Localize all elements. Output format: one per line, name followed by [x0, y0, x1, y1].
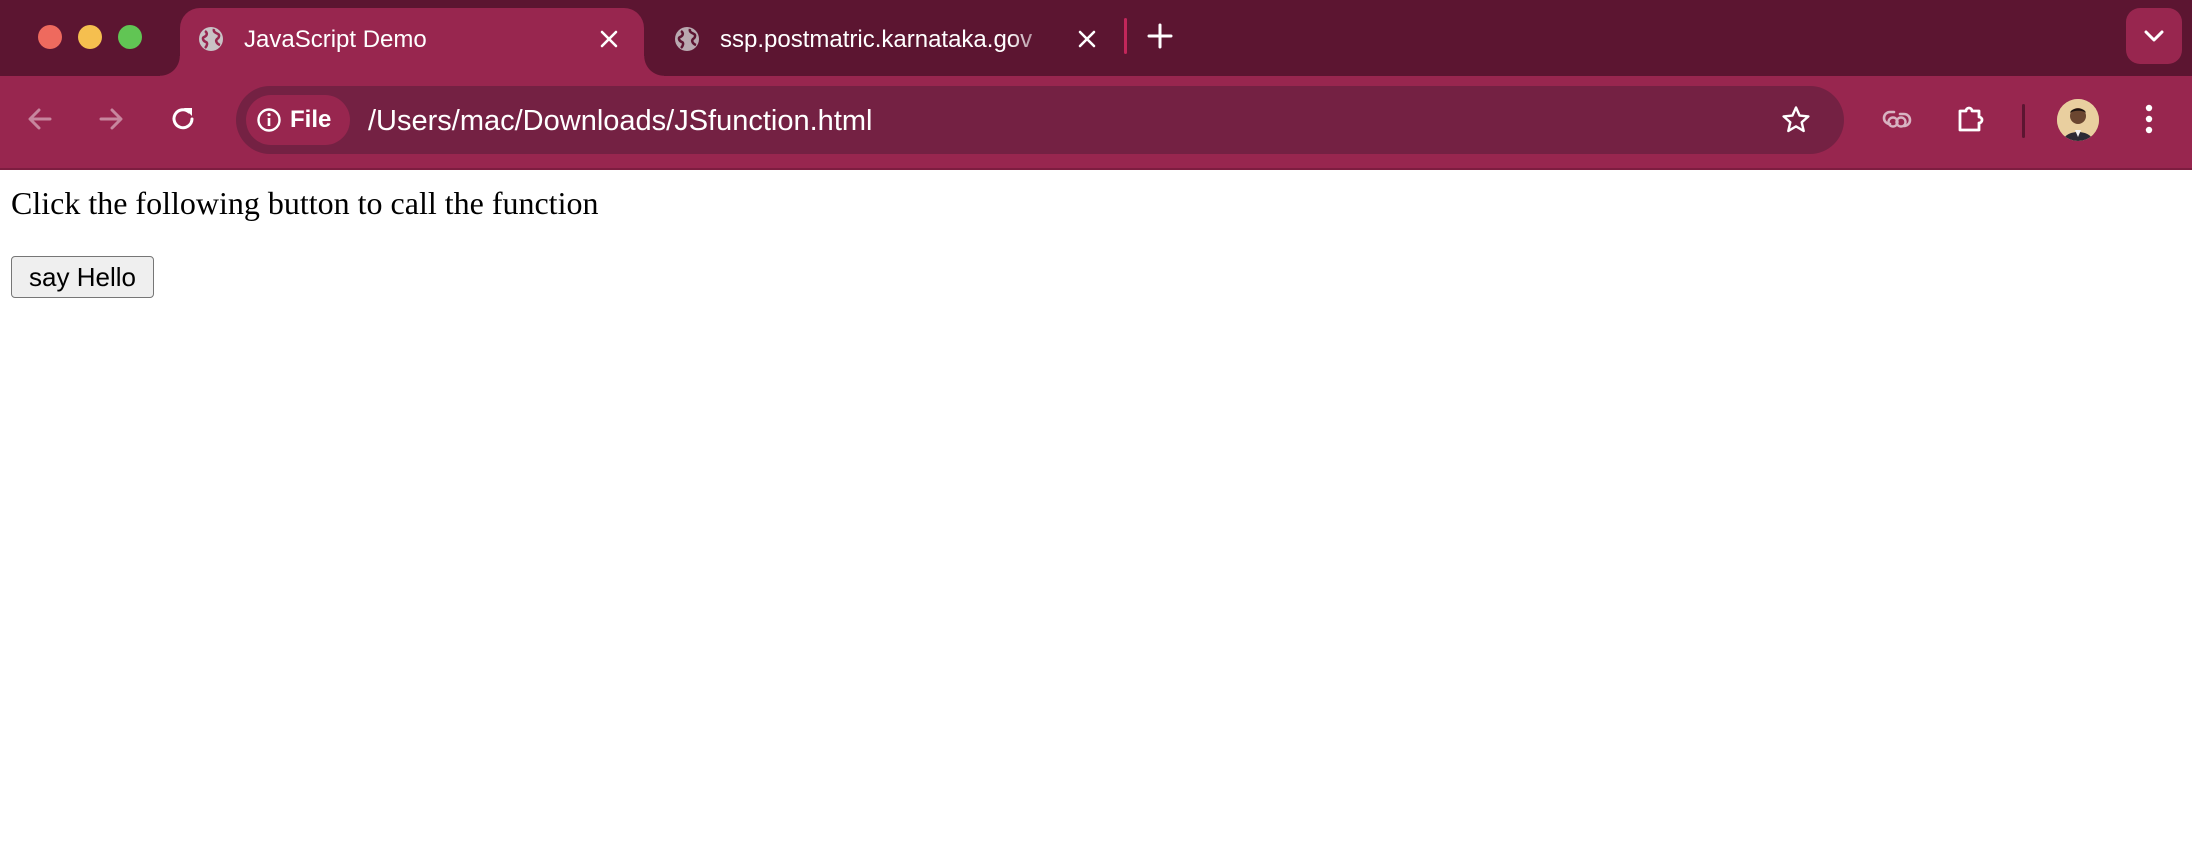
globe-icon — [672, 24, 702, 54]
tab-ssp-postmatric[interactable]: ssp.postmatric.karnataka.gov — [660, 8, 1110, 76]
tab-title: JavaScript Demo — [244, 26, 427, 53]
reload-button[interactable] — [160, 96, 206, 142]
window-close-button[interactable] — [38, 25, 62, 49]
star-icon — [1782, 106, 1810, 133]
menu-button[interactable] — [2126, 96, 2172, 142]
tab-search-button[interactable] — [2126, 8, 2182, 64]
extensions-button[interactable] — [1948, 96, 1994, 142]
page-content: Click the following button to call the f… — [0, 170, 2192, 856]
address-bar[interactable]: File /Users/mac/Downloads/JSfunction.htm… — [236, 86, 1844, 154]
site-chip-label: File — [290, 106, 332, 133]
plus-icon — [1147, 23, 1173, 49]
arrow-right-icon — [99, 108, 123, 130]
tab-title: ssp.postmatric.karnataka.gov — [720, 26, 1033, 53]
tab-javascript-demo[interactable]: JavaScript Demo — [160, 8, 664, 76]
link-icon — [1882, 110, 1912, 128]
browser-window: JavaScript Demo ssp.postmatric.karnataka… — [0, 0, 2192, 856]
back-button[interactable] — [17, 96, 63, 142]
forward-button[interactable] — [88, 96, 134, 142]
arrow-left-icon — [28, 108, 52, 130]
globe-icon — [196, 24, 226, 54]
tab-separator — [1124, 18, 1127, 54]
page-paragraph: Click the following button to call the f… — [11, 185, 599, 221]
close-icon[interactable] — [596, 26, 622, 52]
window-zoom-button[interactable] — [118, 25, 142, 49]
url-text[interactable]: /Users/mac/Downloads/JSfunction.html — [368, 104, 872, 138]
tab-strip: JavaScript Demo ssp.postmatric.karnataka… — [0, 0, 2192, 76]
puzzle-icon — [1958, 106, 1984, 132]
reload-icon — [172, 108, 194, 130]
browser-toolbar: File /Users/mac/Downloads/JSfunction.htm… — [0, 76, 2192, 168]
chevron-down-icon — [2144, 30, 2164, 42]
info-icon — [256, 107, 282, 133]
close-icon[interactable] — [1074, 26, 1100, 52]
new-tab-button[interactable] — [1142, 18, 1178, 54]
toolbar-divider — [2022, 104, 2025, 138]
bookmark-button[interactable] — [1774, 98, 1818, 142]
site-info-chip[interactable]: File — [246, 95, 350, 145]
window-minimize-button[interactable] — [78, 25, 102, 49]
avatar[interactable] — [2057, 99, 2099, 141]
say-hello-button[interactable]: say Hello — [11, 256, 154, 298]
extension-link-button[interactable] — [1874, 96, 1920, 142]
more-vertical-icon — [2145, 104, 2153, 134]
